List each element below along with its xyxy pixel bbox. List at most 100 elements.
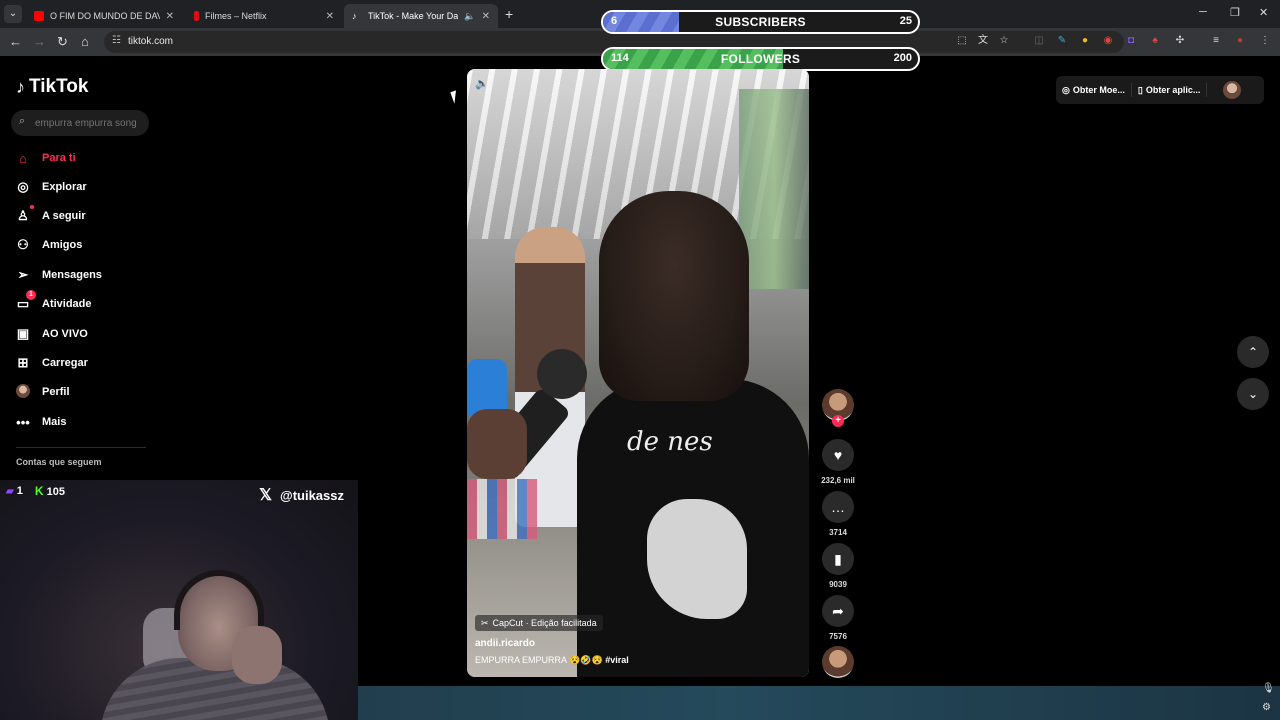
subscribers-goal-bar: 6 SUBSCRIBERS 25 [601,10,920,34]
bookmark-icon: ▮ [834,551,842,567]
tab-youtube[interactable]: O FIM DO MUNDO DE DAVID A ✕ [26,4,182,28]
video-scene-hand [467,409,527,479]
live-icon: ▣ [16,326,30,341]
extension-icon[interactable]: ● [1078,34,1092,48]
sidebar-divider [16,447,146,448]
video-scene-microphone [537,349,587,399]
webcam-overlay: ▰ 1 K 105 𝕏 @tuikassz [0,480,358,720]
x-logo-icon: 𝕏 [259,487,273,504]
site-info-icon[interactable]: ☷ [112,35,121,46]
tiktok-logo[interactable]: ♪ TikTok [16,76,88,98]
followers-goal-bar: 114 FOLLOWERS 200 [601,47,920,71]
tab-search-button[interactable]: ⌄ [4,5,22,23]
sidebar-item-a-seguir[interactable]: ♙ A seguir [16,205,86,227]
handle-text: @tuikassz [280,487,344,503]
close-icon[interactable]: ✕ [326,11,334,22]
video-player[interactable]: de nes 🔈 ✂ CapCut · Edição facilitada an… [467,69,809,677]
video-description: EMPURRA EMPURRA 😵🤣😵 #viral [475,655,629,666]
followers-label: FOLLOWERS [720,52,801,66]
tiktok-note-icon: ♪ [16,76,25,97]
microphone-icon[interactable]: 🎙 [1262,683,1275,694]
emoji-icons: 😵🤣😵 [569,655,603,665]
volume-icon[interactable]: 🔈 [475,77,489,90]
headset [174,570,264,630]
tab-tiktok[interactable]: ♪ TikTok - Make Your Day 🔈 ✕ [344,4,498,28]
user-avatar[interactable] [1223,81,1242,99]
search-box[interactable]: ⌕ [11,110,149,136]
translate-icon[interactable]: 文 [976,34,990,48]
shirt-text: de nes [627,427,713,457]
profile-icon[interactable]: ● [1233,34,1247,48]
close-icon[interactable]: ✕ [166,11,174,22]
sidebar-item-label: Mais [42,416,67,428]
youtube-icon [34,11,44,21]
activity-badge: 1 [26,290,36,300]
sidebar-item-para-ti[interactable]: ⌂ Para ti [16,147,76,169]
extension-icon[interactable]: ◉ [1101,34,1115,48]
sidebar-item-explorar[interactable]: ◎ Explorar [16,176,86,198]
forward-button[interactable]: → [33,34,46,50]
sidebar-item-mensagens[interactable]: ➢ Mensagens [16,264,102,286]
restore-button[interactable]: ❐ [1230,6,1240,19]
next-video-button[interactable]: ⌄ [1237,378,1269,410]
more-icon: ••• [16,414,30,430]
search-icon[interactable]: ⌕ [19,115,25,128]
avatar [16,383,30,398]
back-button[interactable]: ← [9,34,22,50]
extension-icon[interactable]: ◘ [1124,34,1138,48]
search-input[interactable] [35,115,145,131]
minimize-button[interactable]: ─ [1199,6,1207,18]
netflix-icon [194,11,199,21]
get-app-button[interactable]: ▯ Obter aplic... [1138,85,1200,96]
divider [1206,83,1208,97]
extension-icon[interactable]: ◫ [1032,34,1046,48]
home-button[interactable]: ⌂ [81,34,89,50]
sidebar-item-label: Mensagens [42,269,102,281]
bookmark-star-icon[interactable]: ☆ [997,34,1011,48]
sidebar-item-ao-vivo[interactable]: ▣ AO VIVO [16,323,88,345]
sidebar-item-label: Perfil [42,386,70,398]
new-tab-button[interactable]: + [505,6,513,22]
close-icon[interactable]: ✕ [482,11,490,22]
compass-icon: ◎ [17,179,29,194]
sidebar-item-atividade[interactable]: ▭ 1 Atividade [16,290,92,315]
install-icon[interactable]: ⬚ [955,34,969,48]
sidebar-item-label: Amigos [42,239,83,251]
video-author[interactable]: andii.ricardo [475,638,535,649]
sidebar-item-perfil[interactable]: Perfil [16,381,70,403]
like-button[interactable]: ♥ [822,439,854,471]
sidebar-item-mais[interactable]: ••• Mais [16,411,66,433]
screen: ⌄ O FIM DO MUNDO DE DAVID A ✕ Filmes – N… [0,0,1280,720]
followers-goal: 200 [893,52,912,64]
send-icon: ➢ [17,267,29,282]
extension-icon[interactable]: ✎ [1055,34,1069,48]
puzzle-icon[interactable]: ✣ [1173,34,1187,48]
video-scene-stalls [739,89,809,289]
sidebar-item-carregar[interactable]: ⊞ Carregar [16,352,88,374]
media-control-icon[interactable]: ≡ [1209,34,1223,48]
close-window-button[interactable]: ✕ [1259,6,1268,19]
share-icon: ➦ [832,603,844,619]
tab-netflix[interactable]: Filmes – Netflix ✕ [186,4,342,28]
twitch-viewers: ▰ 1 [6,485,23,497]
follow-plus-button[interactable]: + [832,415,844,427]
save-button[interactable]: ▮ [822,543,854,575]
speaker-icon[interactable]: 🔈 [464,11,475,22]
bottom-background-strip [358,686,1280,720]
hashtag-link[interactable]: #viral [605,655,629,665]
mouse-cursor [450,88,466,104]
menu-dots-icon[interactable]: ⋮ [1258,34,1272,48]
friends-icon: ⚇ [17,237,29,252]
previous-video-button[interactable]: ⌃ [1237,336,1269,368]
description-text: EMPURRA EMPURRA [475,655,567,665]
get-coins-button[interactable]: ◎ Obter Moe... [1062,85,1125,96]
reload-button[interactable]: ↻ [57,34,68,50]
extension-icon[interactable]: ♠ [1148,34,1162,48]
home-icon: ⌂ [19,150,27,166]
capcut-badge[interactable]: ✂ CapCut · Edição facilitada [475,615,603,631]
music-disc-avatar[interactable] [822,646,854,678]
comment-button[interactable]: … [822,491,854,523]
share-button[interactable]: ➦ [822,595,854,627]
sidebar-item-amigos[interactable]: ⚇ Amigos [16,234,82,256]
settings-icon[interactable]: ⚙ [1262,702,1271,713]
